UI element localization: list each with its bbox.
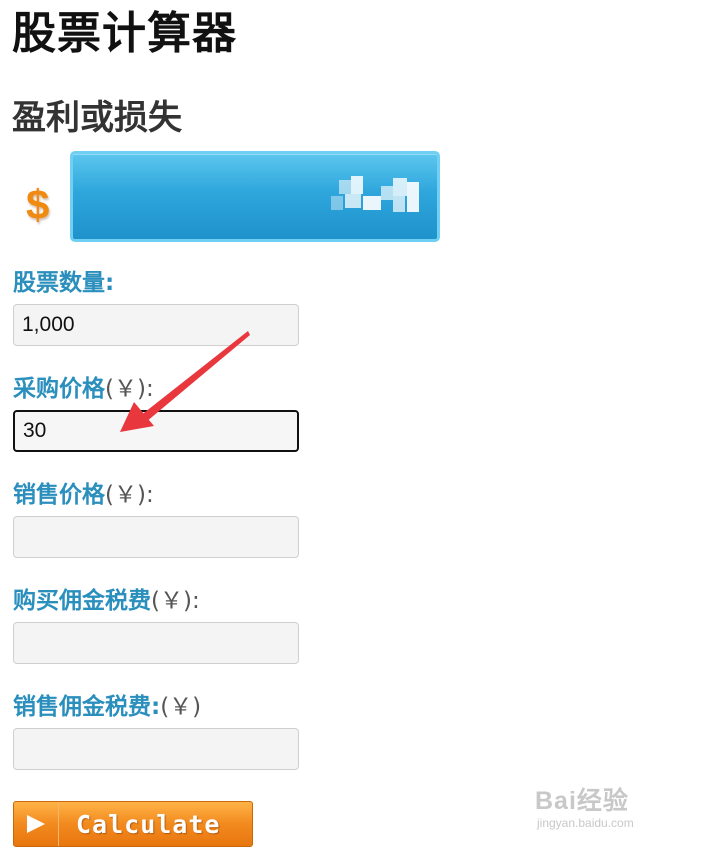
play-arrow-icon — [14, 802, 59, 846]
calculate-button-label: Calculate — [76, 810, 221, 839]
result-display — [70, 151, 440, 242]
purchase-price-input[interactable] — [13, 410, 299, 452]
share-quantity-input[interactable] — [13, 304, 299, 346]
selling-price-label: 销售价格(￥): — [13, 480, 154, 510]
blurred-result-value — [331, 176, 429, 216]
sell-commission-input[interactable] — [13, 728, 299, 770]
section-title: 盈利或损失 — [12, 98, 182, 138]
buy-commission-label-text: 购买佣金税费 — [13, 588, 151, 614]
watermark-url: jingyan.baidu.com — [537, 816, 634, 830]
purchase-price-label-text: 采购价格 — [13, 376, 105, 402]
watermark: Bai经验 jingyan.baidu.com — [535, 786, 665, 838]
purchase-price-label-unit: (￥): — [105, 376, 154, 402]
sell-commission-label-text: 销售佣金税费: — [13, 694, 161, 720]
share-quantity-label-text: 股票数量: — [13, 270, 115, 296]
purchase-price-label: 采购价格(￥): — [13, 374, 154, 404]
page-title: 股票计算器 — [12, 8, 237, 59]
watermark-logo: Bai经验 — [535, 787, 629, 815]
buy-commission-label: 购买佣金税费(￥): — [13, 586, 200, 616]
calculate-button[interactable]: Calculate — [13, 801, 253, 847]
selling-price-label-unit: (￥): — [105, 482, 154, 508]
sell-commission-label-unit: (￥) — [160, 694, 202, 720]
sell-commission-label: 销售佣金税费:(￥) — [13, 692, 201, 722]
buy-commission-label-unit: (￥): — [151, 588, 200, 614]
selling-price-label-text: 销售价格 — [13, 482, 105, 508]
selling-price-input[interactable] — [13, 516, 299, 558]
dollar-icon: $ — [26, 181, 50, 228]
share-quantity-label: 股票数量: — [13, 268, 114, 298]
buy-commission-input[interactable] — [13, 622, 299, 664]
